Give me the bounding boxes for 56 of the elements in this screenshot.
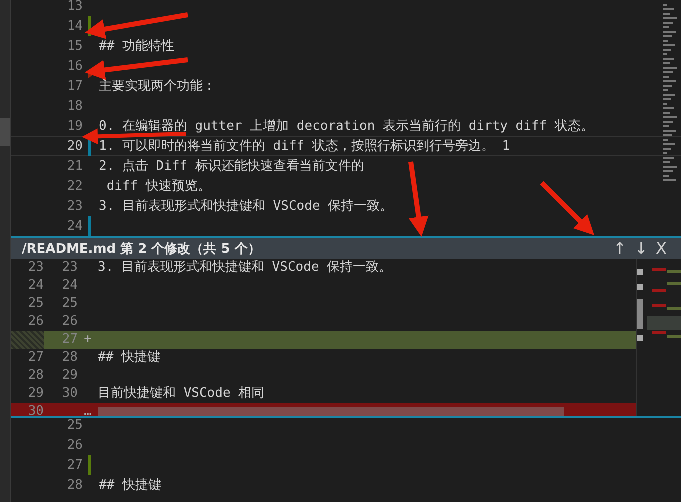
diff-sign: + bbox=[84, 332, 92, 347]
line-number: 23 bbox=[62, 260, 78, 275]
peek-button[interactable]: X bbox=[654, 238, 669, 258]
line-number: 26 bbox=[62, 314, 78, 329]
line-number: 24 bbox=[66, 218, 83, 234]
line-number: 23 bbox=[66, 198, 83, 214]
line-number: 28 bbox=[28, 368, 44, 383]
code-line: ## 快捷键 bbox=[99, 477, 162, 494]
line-number: 17 bbox=[66, 78, 83, 94]
code-line: diff 快速预览。 bbox=[106, 178, 211, 195]
scrollbar-thumb[interactable] bbox=[0, 118, 10, 146]
annotation-arrow bbox=[540, 181, 595, 236]
line-number: 26 bbox=[66, 438, 83, 452]
diff-marker[interactable] bbox=[88, 16, 91, 36]
line-number: 20 bbox=[66, 138, 83, 154]
line-number: 22 bbox=[66, 178, 83, 194]
diff-marker[interactable] bbox=[88, 216, 91, 236]
diff-marker[interactable] bbox=[88, 455, 91, 475]
line-number: 25 bbox=[66, 418, 83, 432]
line-number: 24 bbox=[62, 278, 78, 293]
line-number: 27 bbox=[66, 458, 83, 472]
code-line: ## 功能特性 bbox=[99, 38, 174, 55]
code-line: 2. 点击 Diff 标识还能快速查看当前文件的 bbox=[99, 158, 364, 175]
line-number: 14 bbox=[66, 18, 83, 34]
code-line: ## 快捷键 bbox=[98, 349, 160, 367]
line-number: 29 bbox=[28, 386, 44, 401]
hatch-fill bbox=[11, 331, 44, 349]
line-number: 15 bbox=[66, 38, 83, 54]
code-line: 0. 在编辑器的 gutter 上增加 decoration 表示当前行的 dirty diff 状态。 bbox=[99, 118, 594, 135]
line-number: 21 bbox=[66, 158, 83, 174]
line-number: 16 bbox=[66, 58, 83, 74]
peek-button[interactable]: ↑ bbox=[611, 238, 629, 258]
diff-marker[interactable] bbox=[88, 71, 93, 79]
line-number: 29 bbox=[62, 368, 78, 383]
peek-title: /README.md 第 2 个修改（共 5 个） bbox=[22, 240, 261, 258]
code-line: 1. 可以即时的将当前文件的 diff 状态，按照行标识到行号旁边。 1 bbox=[99, 138, 510, 155]
line-number: 28 bbox=[66, 478, 83, 492]
line-number: 30 bbox=[62, 386, 78, 401]
code-line: 主要实现两个功能： bbox=[99, 78, 216, 95]
code-line: 3. 目前表现形式和快捷键和 VSCode 保持一致。 bbox=[99, 198, 394, 215]
line-number: 24 bbox=[28, 278, 44, 293]
code-line: 3. 目前表现形式和快捷键和 VSCode 保持一致。 bbox=[98, 259, 392, 277]
line-number: 18 bbox=[66, 98, 83, 114]
line-number: 25 bbox=[28, 296, 44, 311]
peek-button[interactable]: ↓ bbox=[632, 238, 650, 258]
line-number: 28 bbox=[62, 350, 78, 365]
line-number: 26 bbox=[28, 314, 44, 329]
code-line: 目前快捷键和 VSCode 相同 bbox=[98, 385, 265, 403]
line-number: 27 bbox=[62, 332, 78, 347]
diff-sign: … bbox=[84, 404, 92, 416]
line-number: 19 bbox=[66, 118, 83, 134]
line-number: 27 bbox=[28, 350, 44, 365]
line-number: 25 bbox=[62, 296, 78, 311]
line-number: 13 bbox=[66, 0, 83, 14]
line-number: 30 bbox=[28, 404, 44, 416]
line-number: 23 bbox=[28, 260, 44, 275]
